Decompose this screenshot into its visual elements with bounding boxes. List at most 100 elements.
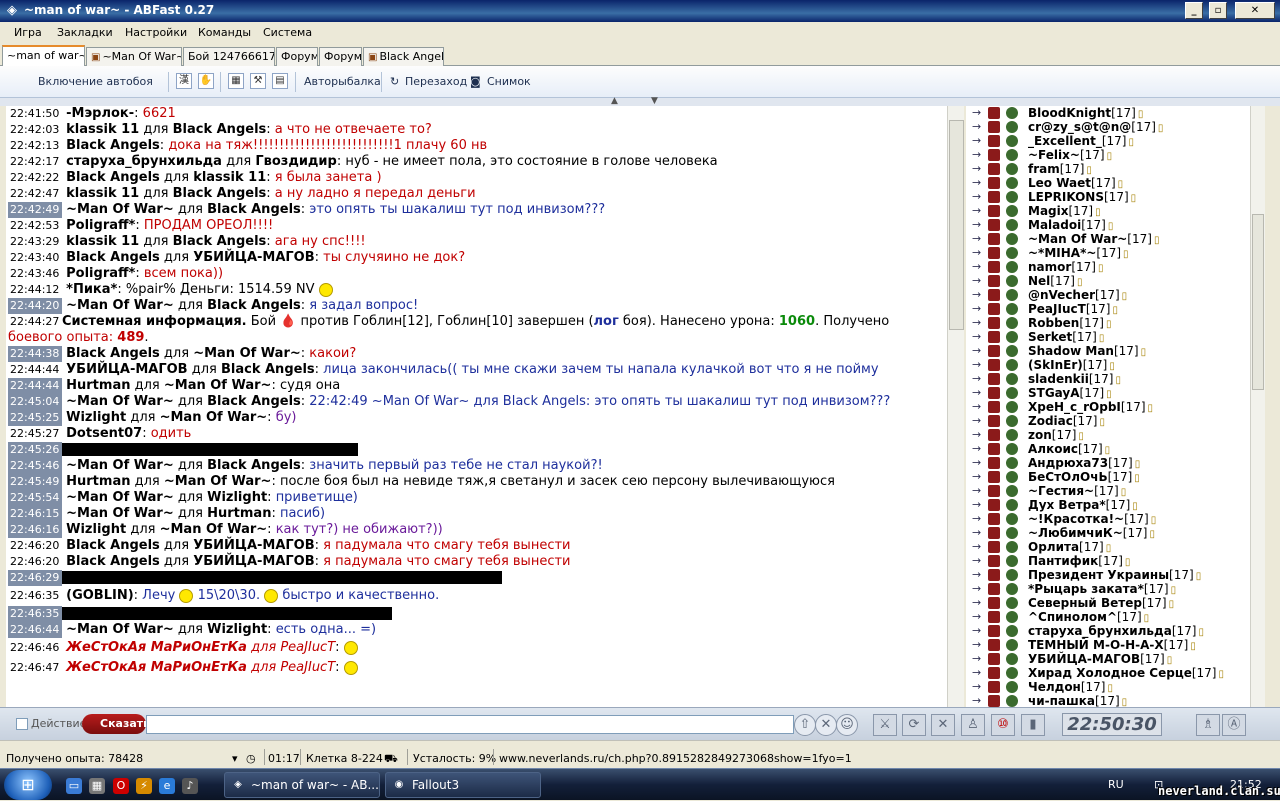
arrow-right-icon[interactable]: →	[972, 246, 981, 260]
collapse-up-icon[interactable]: ▲	[611, 96, 618, 106]
arrow-right-icon[interactable]: →	[972, 358, 981, 372]
chat-nick[interactable]: (GOBLIN)	[66, 588, 134, 603]
user-row[interactable]: → PeaJIucT[17] ▯	[966, 302, 1250, 316]
scroll-thumb[interactable]	[949, 120, 964, 330]
chat-nick[interactable]: Poligraff*	[66, 218, 135, 233]
smiley-icon[interactable]: ☺	[836, 714, 858, 736]
dropdown-arrow-icon[interactable]: ▾	[232, 752, 238, 765]
info-icon[interactable]: ▯	[1151, 515, 1157, 526]
info-icon[interactable]: ▯	[1108, 221, 1114, 232]
chat-nick[interactable]: ~Man Of War~	[66, 490, 174, 505]
user-row[interactable]: → Хирад Холодное Серце[17] ▯	[966, 666, 1250, 680]
chat-nick[interactable]: klassik 11	[66, 234, 139, 249]
chat-nick[interactable]: klassik 11	[66, 186, 139, 201]
user-row[interactable]: → Президент Украины[17] ▯	[966, 568, 1250, 582]
minimize-button[interactable]: _	[1185, 2, 1203, 19]
arrow-right-icon[interactable]: →	[972, 134, 981, 148]
chat-scrollbar[interactable]	[947, 106, 964, 707]
ie-icon[interactable]: e	[159, 778, 175, 794]
timestamp[interactable]: 22:44:20	[8, 298, 62, 314]
timestamp[interactable]: 22:46:29	[8, 570, 62, 586]
relogin-button[interactable]: Перезаход	[405, 75, 467, 88]
chat-nick[interactable]: Hurtman	[66, 474, 130, 489]
user-row[interactable]: → старуха_брунхильда[17] ▯	[966, 624, 1250, 638]
user-row[interactable]: → Zodiac[17] ▯	[966, 414, 1250, 428]
timestamp[interactable]: 22:41:50	[8, 106, 62, 122]
user-row[interactable]: → ~Man Of War~[17] ▯	[966, 232, 1250, 246]
person-icon[interactable]: ♙	[961, 714, 985, 736]
arrow-right-icon[interactable]: →	[972, 470, 981, 484]
info-icon[interactable]: ▯	[1132, 501, 1138, 512]
arrow-right-icon[interactable]: →	[972, 316, 981, 330]
timestamp[interactable]: 22:46:16	[8, 522, 62, 538]
user-row[interactable]: → (SkInEr)[17] ▯	[966, 358, 1250, 372]
timestamp[interactable]: 22:46:44	[8, 622, 62, 638]
user-row[interactable]: → Пантифик[17] ▯	[966, 554, 1250, 568]
arrow-right-icon[interactable]: →	[972, 554, 981, 568]
battle-icon[interactable]: ⚔	[873, 714, 897, 736]
chat-nick[interactable]: ~Man Of War~	[66, 394, 174, 409]
user-row[interactable]: → _Excellent_[17] ▯	[966, 134, 1250, 148]
timestamp[interactable]: 22:45:04	[8, 394, 62, 410]
user-row[interactable]: → ~Felix~[17] ▯	[966, 148, 1250, 162]
arrow-right-icon[interactable]: →	[972, 162, 981, 176]
user-row[interactable]: → Maladoi[17] ▯	[966, 218, 1250, 232]
arrow-right-icon[interactable]: →	[972, 260, 981, 274]
info-icon[interactable]: ▯	[1141, 347, 1147, 358]
timestamp[interactable]: 22:43:40	[8, 250, 62, 266]
timestamp[interactable]: 22:45:54	[8, 490, 62, 506]
arrow-right-icon[interactable]: →	[972, 624, 981, 638]
timestamp[interactable]: 22:45:27	[8, 426, 62, 442]
arrow-right-icon[interactable]: →	[972, 456, 981, 470]
info-icon[interactable]: ▯	[1086, 165, 1092, 176]
arrow-right-icon[interactable]: →	[972, 652, 981, 666]
arrow-right-icon[interactable]: →	[972, 120, 981, 134]
opera-icon[interactable]: O	[113, 778, 129, 794]
user-row[interactable]: → Serket[17] ▯	[966, 330, 1250, 344]
chat-nick[interactable]: ~Man Of War~	[66, 622, 174, 637]
info-icon[interactable]: ▯	[1158, 123, 1164, 134]
info-icon[interactable]: ▯	[1154, 235, 1160, 246]
timestamp[interactable]: 22:44:12	[8, 282, 62, 298]
info-icon[interactable]: ▯	[1122, 291, 1128, 302]
user-row[interactable]: → ~*MIHA*~[17] ▯	[966, 246, 1250, 260]
info-icon[interactable]: ▯	[1098, 263, 1104, 274]
chat-recipient[interactable]: УБИЙЦА-МАГОВ	[193, 538, 314, 553]
info-icon[interactable]: ▯	[1128, 137, 1134, 148]
arrow-up-icon[interactable]: ⇧	[794, 714, 816, 736]
user-row[interactable]: → Leo Waet[17] ▯	[966, 176, 1250, 190]
user-row[interactable]: → ТЕМНЫЙ М-О-Н-А-Х[17] ▯	[966, 638, 1250, 652]
chat-nick[interactable]: ~Man Of War~	[66, 458, 174, 473]
arrow-right-icon[interactable]: →	[972, 512, 981, 526]
chat-recipient[interactable]: УБИЙЦА-МАГОВ	[193, 250, 314, 265]
chat-recipient[interactable]: PeaJIucT	[280, 640, 335, 655]
timestamp[interactable]: 22:45:49	[8, 474, 62, 490]
maximize-button[interactable]: ▫	[1209, 2, 1227, 19]
info-icon[interactable]: ▯	[1106, 319, 1112, 330]
info-icon[interactable]: ▯	[1109, 361, 1115, 372]
arrow-right-icon[interactable]: →	[972, 190, 981, 204]
chat-recipient[interactable]: Black Angels	[173, 234, 267, 249]
chat-recipient[interactable]: Wizlight	[207, 490, 267, 505]
arrow-right-icon[interactable]: →	[972, 484, 981, 498]
arrow-right-icon[interactable]: →	[972, 204, 981, 218]
chat-recipient[interactable]: Black Angels	[207, 202, 301, 217]
timestamp[interactable]: 22:43:29	[8, 234, 62, 250]
user-name[interactable]: чи-пашка[17] ▯	[1028, 694, 1127, 707]
chat-nick[interactable]: ~Man Of War~	[66, 202, 174, 217]
chat-nick[interactable]: klassik 11	[66, 122, 139, 137]
timestamp[interactable]: 22:42:13	[8, 138, 62, 154]
chat-nick[interactable]: Black Angels	[66, 138, 160, 153]
timestamp[interactable]: 22:46:20	[8, 538, 62, 554]
info-icon[interactable]: ▯	[1105, 445, 1111, 456]
info-icon[interactable]: ▯	[1190, 641, 1196, 652]
info-icon[interactable]: ▯	[1108, 683, 1114, 694]
info-icon[interactable]: ▯	[1134, 473, 1140, 484]
user-row[interactable]: → ^Спинолом^[17] ▯	[966, 610, 1250, 624]
user-row[interactable]: → cr@zy_s@t@n@[17] ▯	[966, 120, 1250, 134]
arrow-right-icon[interactable]: →	[972, 372, 981, 386]
tab-forum-1[interactable]: Форум	[276, 47, 318, 66]
close-button[interactable]: ✕	[1235, 2, 1275, 19]
ruler-icon[interactable]: ▮	[1021, 714, 1045, 736]
timestamp[interactable]: 22:46:35	[8, 606, 62, 622]
